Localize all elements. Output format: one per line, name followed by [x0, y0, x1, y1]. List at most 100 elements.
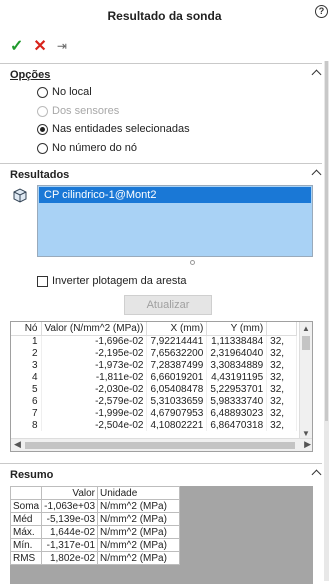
table-row[interactable]: 1 -1,696e-02 7,92214441 1,11338484 32, — [11, 335, 298, 347]
cell: -1,999e-02 — [41, 407, 148, 419]
table-row: Méd -5,139e-03 N/mm^2 (MPa) — [9, 512, 181, 526]
col-header[interactable]: X (mm) — [146, 322, 208, 336]
horizontal-scrollbar[interactable]: ◀ ▶ — [11, 438, 312, 451]
cell: 5,31033659 — [146, 395, 208, 407]
resize-grip[interactable] — [190, 260, 195, 265]
col-header[interactable] — [266, 322, 298, 336]
cell: Méd — [9, 512, 43, 526]
cell: N/mm^2 (MPa) — [97, 512, 181, 526]
col-header — [9, 486, 43, 500]
divider — [0, 463, 322, 464]
cell: 32, — [266, 395, 298, 407]
cell: 4 — [11, 371, 42, 383]
checkbox[interactable] — [37, 275, 48, 287]
scroll-down-icon[interactable]: ▼ — [302, 429, 310, 438]
table-row[interactable]: 3 -1,973e-02 7,28387499 3,30834889 32, — [11, 359, 298, 371]
cell: -1,696e-02 — [41, 335, 148, 347]
cell: 1,802e-02 — [41, 551, 99, 565]
cell: N/mm^2 (MPa) — [97, 525, 181, 539]
table-row: Mín. -1,317e-01 N/mm^2 (MPa) — [9, 538, 181, 552]
cell: 32, — [266, 371, 298, 383]
cell: 5,98333740 — [206, 395, 268, 407]
cell: 32, — [266, 347, 298, 359]
cell: N/mm^2 (MPa) — [97, 538, 181, 552]
cell: -2,030e-02 — [41, 383, 148, 395]
radio-label: No local — [52, 86, 92, 98]
panel-scrollbar[interactable] — [324, 61, 329, 581]
selected-entities-list[interactable]: CP cilindrico-1@Mont2 — [37, 185, 313, 257]
radio-numero-no[interactable]: No número do nó — [37, 140, 137, 156]
ok-check-icon[interactable]: ✓ — [10, 36, 23, 56]
table-row[interactable]: 8 -2,504e-02 4,10802221 6,86470318 32, — [11, 419, 298, 431]
cell: 6,05408478 — [146, 383, 208, 395]
cell: RMS — [9, 551, 43, 565]
cell: 6 — [11, 395, 42, 407]
radio-nas-entidades[interactable]: Nas entidades selecionadas — [37, 121, 190, 137]
table-row[interactable]: 4 -1,811e-02 6,66019201 4,43191195 32, — [11, 371, 298, 383]
cell: -1,811e-02 — [41, 371, 148, 383]
radio-icon[interactable] — [37, 142, 48, 154]
cell: Mín. — [9, 538, 43, 552]
cell: 6,86470318 — [206, 419, 268, 431]
cell: 2 — [11, 347, 42, 359]
cell: Máx. — [9, 525, 43, 539]
help-icon[interactable]: ? — [315, 5, 328, 18]
cancel-x-icon[interactable]: ✕ — [33, 36, 46, 56]
scroll-right-icon[interactable]: ▶ — [304, 439, 311, 450]
col-header[interactable]: Nó — [11, 322, 42, 336]
summary-heading[interactable]: Resumo — [10, 469, 53, 481]
table-row[interactable]: 7 -1,999e-02 4,67907953 6,48893023 32, — [11, 407, 298, 419]
divider — [0, 163, 322, 164]
cell: 6,48893023 — [206, 407, 268, 419]
cell: N/mm^2 (MPa) — [97, 499, 181, 513]
cell: 6,66019201 — [146, 371, 208, 383]
cell: N/mm^2 (MPa) — [97, 551, 181, 565]
scroll-thumb[interactable] — [25, 442, 295, 449]
cell: 7,92214441 — [146, 335, 208, 347]
radio-icon — [37, 105, 48, 117]
panel-title: Resultado da sonda — [107, 9, 222, 23]
cell: -1,317e-01 — [41, 538, 99, 552]
options-heading[interactable]: Opções — [10, 69, 50, 81]
cell: -1,063e+03 — [41, 499, 99, 513]
cell: 4,67907953 — [146, 407, 208, 419]
cell: 32, — [266, 407, 298, 419]
cell: 4,43191195 — [206, 371, 268, 383]
col-header[interactable]: Valor (N/mm^2 (MPa)) — [41, 322, 148, 336]
table-row: Máx. 1,644e-02 N/mm^2 (MPa) — [9, 525, 181, 539]
table-row[interactable]: 2 -2,195e-02 7,65632200 2,31964040 32, — [11, 347, 298, 359]
update-button: Atualizar — [124, 295, 212, 315]
col-header[interactable]: Y (mm) — [206, 322, 268, 336]
table-header: Nó Valor (N/mm^2 (MPa)) X (mm) Y (mm) — [11, 322, 298, 336]
cell: 8 — [11, 419, 42, 431]
radio-label: Dos sensores — [52, 105, 120, 117]
results-collapse-icon[interactable] — [311, 167, 321, 178]
vertical-scrollbar[interactable]: ▲ ▼ — [299, 322, 312, 439]
radio-selected-icon[interactable] — [37, 123, 48, 135]
radio-dos-sensores: Dos sensores — [37, 103, 119, 119]
radio-no-local[interactable]: No local — [37, 84, 92, 100]
checkbox-label: Inverter plotagem da aresta — [52, 275, 187, 287]
radio-label: No número do nó — [52, 142, 137, 154]
scroll-thumb[interactable] — [302, 336, 310, 350]
scroll-left-icon[interactable]: ◀ — [14, 439, 21, 450]
pin-icon[interactable]: ⇥ — [57, 39, 67, 53]
options-collapse-icon[interactable] — [311, 67, 321, 78]
invert-plot-option[interactable]: Inverter plotagem da aresta — [37, 275, 187, 287]
action-bar: ✓ ✕ ⇥ — [10, 36, 67, 56]
list-item[interactable]: CP cilindrico-1@Mont2 — [39, 187, 311, 203]
results-heading[interactable]: Resultados — [10, 169, 69, 181]
cell: 2,31964040 — [206, 347, 268, 359]
table-row[interactable]: 5 -2,030e-02 6,05408478 5,22953701 32, — [11, 383, 298, 395]
cell: 5 — [11, 383, 42, 395]
scroll-up-icon[interactable]: ▲ — [302, 324, 310, 333]
summary-collapse-icon[interactable] — [311, 467, 321, 478]
cell: 32, — [266, 383, 298, 395]
cell: -5,139e-03 — [41, 512, 99, 526]
results-table[interactable]: Nó Valor (N/mm^2 (MPa)) X (mm) Y (mm) 1-… — [10, 321, 313, 452]
radio-icon[interactable] — [37, 86, 48, 98]
cell: 32, — [266, 359, 298, 371]
table-row[interactable]: 6 -2,579e-02 5,31033659 5,98333740 32, — [11, 395, 298, 407]
title-bar: Resultado da sonda ? — [0, 0, 329, 30]
cell: 32, — [266, 419, 298, 431]
